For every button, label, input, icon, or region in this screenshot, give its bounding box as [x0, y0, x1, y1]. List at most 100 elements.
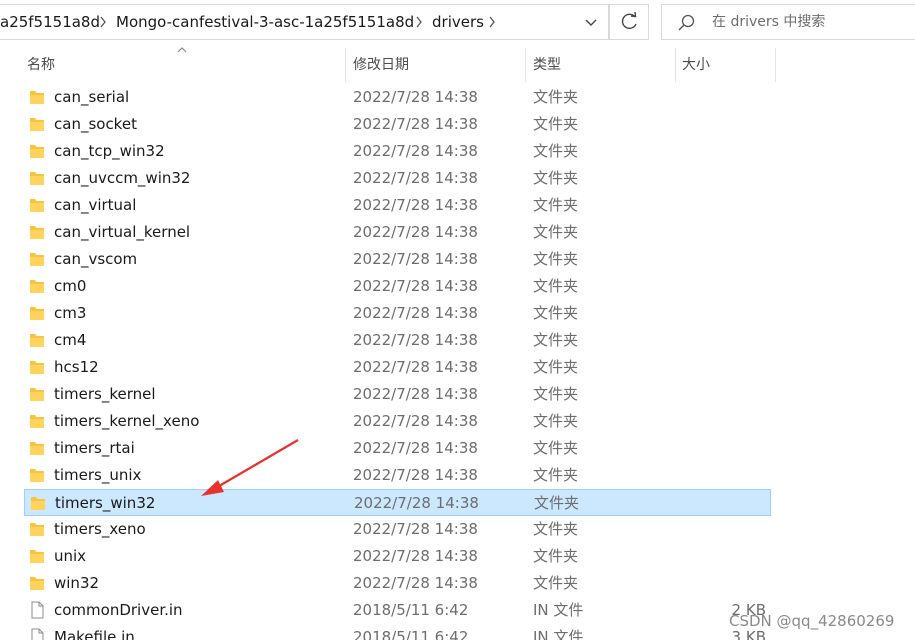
column-divider[interactable] — [345, 48, 346, 82]
folder-icon — [29, 88, 45, 106]
file-name: timers_kernel — [54, 385, 156, 403]
file-modified-date: 2022/7/28 14:38 — [353, 250, 478, 268]
file-row[interactable]: commonDriver.in 2018/5/11 6:42 IN 文件 2 KB — [24, 597, 771, 624]
file-name: can_uvccm_win32 — [54, 169, 191, 187]
file-modified-date: 2022/7/28 14:38 — [353, 331, 478, 349]
file-row[interactable]: cm3 2022/7/28 14:38 文件夹 — [24, 300, 771, 327]
folder-icon — [29, 142, 45, 160]
file-type: 文件夹 — [533, 277, 579, 295]
column-header-date[interactable]: 修改日期 — [353, 48, 409, 82]
file-row[interactable]: cm0 2022/7/28 14:38 文件夹 — [24, 273, 771, 300]
file-type: 文件夹 — [533, 547, 579, 565]
folder-icon — [29, 439, 45, 457]
breadcrumb-segment[interactable]: a25f5151a8d — [0, 5, 100, 39]
file-modified-date: 2018/5/11 6:42 — [353, 628, 469, 640]
file-row[interactable]: hcs12 2022/7/28 14:38 文件夹 — [24, 354, 771, 381]
address-bar[interactable]: a25f5151a8d Mongo-canfestival-3-asc-1a25… — [0, 4, 609, 40]
breadcrumb-segment-current[interactable]: drivers — [432, 5, 484, 39]
file-modified-date: 2022/7/28 14:38 — [353, 520, 478, 538]
file-row[interactable]: timers_kernel_xeno 2022/7/28 14:38 文件夹 — [24, 408, 771, 435]
folder-icon — [29, 169, 45, 187]
navigation-bar: a25f5151a8d Mongo-canfestival-3-asc-1a25… — [0, 0, 915, 46]
folder-icon — [29, 466, 45, 484]
file-type: 文件夹 — [533, 331, 579, 349]
file-name: timers_xeno — [54, 520, 146, 538]
file-type: IN 文件 — [533, 628, 584, 640]
breadcrumb-chevron-icon[interactable] — [98, 5, 108, 39]
file-row[interactable]: cm4 2022/7/28 14:38 文件夹 — [24, 327, 771, 354]
file-modified-date: 2022/7/28 14:38 — [353, 466, 478, 484]
file-row[interactable]: can_socket 2022/7/28 14:38 文件夹 — [24, 111, 771, 138]
column-divider[interactable] — [775, 48, 776, 82]
file-modified-date: 2022/7/28 14:38 — [353, 88, 478, 106]
file-type: 文件夹 — [533, 250, 579, 268]
file-type: 文件夹 — [533, 115, 579, 133]
file-name: cm0 — [54, 277, 87, 295]
file-modified-date: 2022/7/28 14:38 — [353, 277, 478, 295]
file-row[interactable]: can_tcp_win32 2022/7/28 14:38 文件夹 — [24, 138, 771, 165]
file-name: Makefile.in — [54, 628, 135, 640]
file-row[interactable]: can_virtual 2022/7/28 14:38 文件夹 — [24, 192, 771, 219]
file-row[interactable]: unix 2022/7/28 14:38 文件夹 — [24, 543, 771, 570]
refresh-button[interactable] — [609, 4, 649, 40]
file-modified-date: 2022/7/28 14:38 — [353, 547, 478, 565]
file-type: 文件夹 — [534, 494, 580, 512]
file-row[interactable]: can_serial 2022/7/28 14:38 文件夹 — [24, 84, 771, 111]
address-history-dropdown-icon[interactable] — [574, 5, 608, 39]
file-modified-date: 2022/7/28 14:38 — [353, 169, 478, 187]
folder-icon — [29, 574, 45, 592]
file-type: 文件夹 — [533, 358, 579, 376]
breadcrumb-chevron-icon[interactable] — [487, 5, 497, 39]
folder-icon — [29, 385, 45, 403]
folder-icon — [29, 277, 45, 295]
file-row-selected[interactable]: timers_win32 2022/7/28 14:38 文件夹 — [24, 489, 771, 516]
file-row[interactable]: win32 2022/7/28 14:38 文件夹 — [24, 570, 771, 597]
breadcrumb-segment[interactable]: Mongo-canfestival-3-asc-1a25f5151a8d — [116, 5, 414, 39]
file-row[interactable]: can_uvccm_win32 2022/7/28 14:38 文件夹 — [24, 165, 771, 192]
file-type: 文件夹 — [533, 88, 579, 106]
file-type: 文件夹 — [533, 196, 579, 214]
file-name: timers_win32 — [55, 494, 156, 512]
file-type: 文件夹 — [533, 223, 579, 241]
file-name: can_tcp_win32 — [54, 142, 165, 160]
folder-icon — [29, 520, 45, 538]
file-name: timers_rtai — [54, 439, 135, 457]
file-row[interactable]: timers_unix 2022/7/28 14:38 文件夹 — [24, 462, 771, 489]
folder-icon — [29, 547, 45, 565]
file-name: timers_kernel_xeno — [54, 412, 200, 430]
file-modified-date: 2022/7/28 14:38 — [353, 385, 478, 403]
column-header-name[interactable]: 名称 — [27, 48, 55, 82]
file-type: IN 文件 — [533, 601, 584, 619]
file-modified-date: 2022/7/28 14:38 — [353, 196, 478, 214]
breadcrumb-chevron-icon[interactable] — [414, 5, 424, 39]
file-modified-date: 2022/7/28 14:38 — [354, 494, 479, 512]
column-header-size[interactable]: 大小 — [682, 48, 710, 82]
file-modified-date: 2022/7/28 14:38 — [353, 304, 478, 322]
watermark: CSDN @qq_42860269 — [729, 612, 895, 630]
file-name: cm4 — [54, 331, 87, 349]
file-row[interactable]: Makefile.in 2018/5/11 6:42 IN 文件 3 KB — [24, 624, 771, 640]
file-row[interactable]: can_virtual_kernel 2022/7/28 14:38 文件夹 — [24, 219, 771, 246]
column-divider[interactable] — [675, 48, 676, 82]
file-type: 文件夹 — [533, 466, 579, 484]
file-icon — [29, 601, 45, 619]
file-type: 文件夹 — [533, 169, 579, 187]
file-icon — [29, 628, 45, 640]
file-type: 文件夹 — [533, 304, 579, 322]
file-name: commonDriver.in — [54, 601, 183, 619]
file-modified-date: 2022/7/28 14:38 — [353, 574, 478, 592]
folder-icon — [29, 250, 45, 268]
search-placeholder: 在 drivers 中搜索 — [712, 14, 826, 30]
file-row[interactable]: timers_xeno 2022/7/28 14:38 文件夹 — [24, 516, 771, 543]
column-header-row: 名称 修改日期 类型 大小 — [0, 48, 915, 82]
file-modified-date: 2018/5/11 6:42 — [353, 601, 469, 619]
file-modified-date: 2022/7/28 14:38 — [353, 223, 478, 241]
column-header-type[interactable]: 类型 — [533, 48, 561, 82]
file-row[interactable]: timers_kernel 2022/7/28 14:38 文件夹 — [24, 381, 771, 408]
file-name: unix — [54, 547, 87, 565]
search-input[interactable]: 在 drivers 中搜索 — [661, 4, 915, 40]
file-row[interactable]: can_vscom 2022/7/28 14:38 文件夹 — [24, 246, 771, 273]
column-divider[interactable] — [525, 48, 526, 82]
folder-icon — [29, 223, 45, 241]
file-row[interactable]: timers_rtai 2022/7/28 14:38 文件夹 — [24, 435, 771, 462]
